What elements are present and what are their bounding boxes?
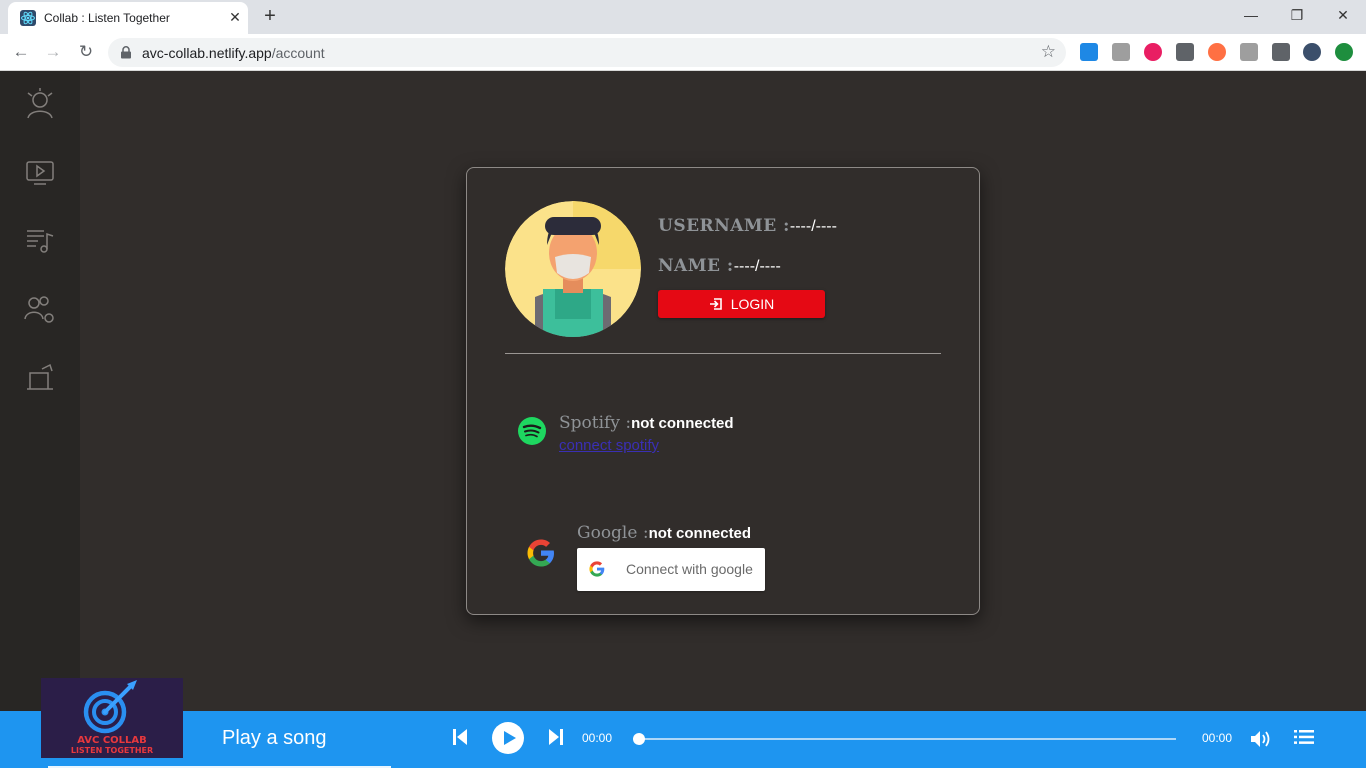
playlist-icon[interactable]	[22, 222, 58, 258]
tab-title: Collab : Listen Together	[44, 11, 170, 25]
username-value: ----/----	[789, 218, 837, 235]
spotify-status: Spotify :not connected	[559, 413, 734, 433]
react-favicon-icon	[20, 10, 36, 26]
avc-collab-logo: AVC COLLAB LISTEN TOGETHER	[41, 678, 183, 758]
username-row: USERNAME :----/----	[658, 216, 837, 236]
account-card: USERNAME :----/---- NAME :----/---- LOGI…	[466, 167, 980, 615]
browser-toolbar: ← → ↻ avc-collab.netlify.app/account ☆	[0, 34, 1366, 71]
spotify-icon	[518, 417, 546, 445]
extension-icon[interactable]	[1208, 43, 1226, 61]
song-title: Play a song	[222, 727, 327, 749]
name-row: NAME :----/----	[658, 256, 781, 276]
logo-subtitle: LISTEN TOGETHER	[70, 746, 154, 755]
url-text: avc-collab.netlify.app/account	[142, 45, 325, 61]
extension-icon[interactable]	[1144, 43, 1162, 61]
lock-icon	[121, 46, 131, 59]
username-label: USERNAME :	[658, 216, 790, 236]
google-icon	[589, 561, 605, 577]
new-tab-button[interactable]: +	[258, 4, 282, 28]
login-label: LOGIN	[730, 296, 775, 312]
forward-arrow-icon[interactable]: →	[41, 40, 65, 64]
back-arrow-icon[interactable]: ←	[9, 40, 33, 64]
address-bar[interactable]: avc-collab.netlify.app/account ☆	[108, 38, 1066, 67]
restore-button[interactable]: ❐	[1274, 0, 1320, 30]
puzzle-extensions-icon[interactable]	[1272, 43, 1290, 61]
profile-avatar-icon[interactable]	[1303, 43, 1321, 61]
update-icon[interactable]	[1335, 43, 1353, 61]
connect-google-button[interactable]: Connect with google	[577, 548, 765, 591]
name-label: NAME :	[658, 256, 734, 276]
url-domain: avc-collab.netlify.app	[142, 45, 272, 61]
previous-track-icon[interactable]	[452, 728, 468, 746]
app-sidebar	[0, 71, 80, 711]
profile-icon[interactable]	[22, 86, 58, 122]
reload-icon[interactable]: ↻	[74, 40, 98, 64]
current-time: 00:00	[582, 731, 613, 745]
google-label: Google :	[577, 523, 649, 543]
logo-title: AVC COLLAB	[77, 735, 147, 746]
minimize-button[interactable]: —	[1228, 0, 1274, 30]
connect-google-label: Connect with google	[626, 561, 753, 577]
play-button-icon[interactable]	[491, 721, 525, 755]
seek-bar[interactable]	[639, 738, 1176, 740]
total-time: 00:00	[1202, 731, 1233, 745]
url-path: /account	[271, 45, 325, 61]
extension-icon[interactable]	[1080, 43, 1098, 61]
login-button[interactable]: LOGIN	[658, 290, 825, 318]
queue-list-icon[interactable]	[1294, 729, 1314, 745]
google-status-value: not connected	[648, 525, 752, 542]
close-window-button[interactable]: ✕	[1320, 0, 1366, 30]
name-value: ----/----	[733, 258, 781, 275]
volume-icon[interactable]	[1250, 729, 1272, 749]
sign-in-icon	[709, 298, 722, 310]
connect-spotify-link[interactable]: connect spotify	[559, 437, 659, 454]
browser-tab[interactable]: Collab : Listen Together ✕	[8, 2, 248, 34]
google-status: Google :not connected	[577, 523, 751, 543]
user-avatar	[505, 201, 641, 337]
divider	[505, 353, 941, 354]
camera-extension-icon[interactable]	[1240, 43, 1258, 61]
google-icon	[527, 539, 554, 567]
room-icon[interactable]	[22, 359, 58, 395]
guitar-target-logo-icon	[83, 680, 137, 734]
spotify-label: Spotify :	[559, 413, 632, 433]
video-icon[interactable]	[22, 154, 58, 190]
player-bar: Play a song 00:00 00:00	[0, 711, 1366, 768]
friends-icon[interactable]	[22, 291, 58, 327]
next-track-icon[interactable]	[548, 728, 564, 746]
spotify-status-value: not connected	[631, 415, 734, 432]
extension-icon[interactable]	[1112, 43, 1130, 61]
seek-thumb[interactable]	[633, 733, 645, 745]
browser-tabstrip: Collab : Listen Together ✕ + — ❐ ✕	[0, 0, 1366, 34]
bookmark-star-icon[interactable]: ☆	[1041, 42, 1056, 62]
extension-icon[interactable]	[1176, 43, 1194, 61]
tab-close-icon[interactable]: ✕	[226, 8, 244, 26]
